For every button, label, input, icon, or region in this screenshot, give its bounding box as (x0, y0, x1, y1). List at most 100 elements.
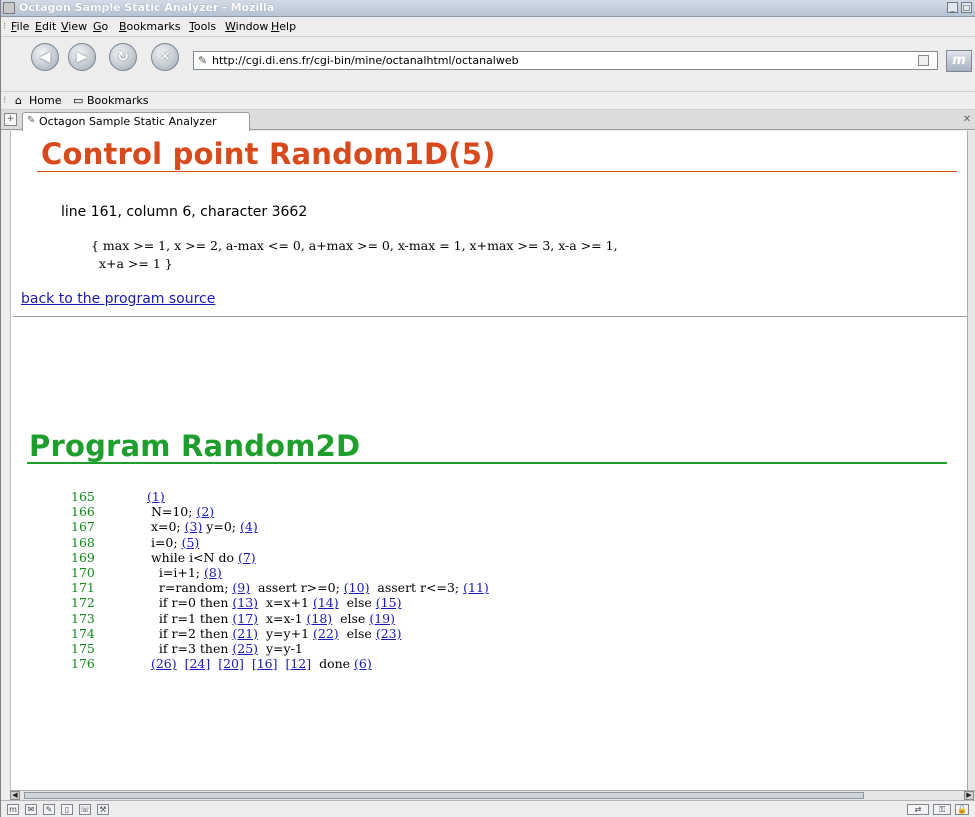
control-point-link[interactable]: [16] (252, 656, 278, 671)
menu-bar: ⁝ File Edit View Go Bookmarks Tools Wind… (1, 17, 975, 37)
section-divider (13, 316, 972, 317)
menu-file[interactable]: File (11, 20, 29, 33)
menu-window[interactable]: Window (225, 20, 268, 33)
source-location: line 161, column 6, character 3662 (61, 204, 308, 220)
home-icon[interactable]: ⌂ (15, 94, 22, 107)
control-point-link[interactable]: (25) (232, 641, 258, 656)
menu-edit[interactable]: Edit (35, 20, 56, 33)
control-point-link[interactable]: (21) (232, 626, 258, 641)
line-number: 168 (71, 534, 95, 550)
control-point-link[interactable]: (23) (376, 626, 402, 641)
invariant-line-2: x+a >= 1 } (91, 256, 173, 271)
control-point-link[interactable]: (1) (147, 489, 165, 504)
mail-icon[interactable]: ✉ (25, 804, 37, 815)
control-point-link[interactable]: [24] (185, 656, 211, 671)
stop-icon[interactable]: ✕ (151, 43, 179, 71)
code-fragment (210, 656, 218, 671)
navigator-icon[interactable]: m (7, 804, 19, 815)
control-point-link[interactable]: (2) (196, 504, 214, 519)
control-point-link[interactable]: (3) (185, 519, 203, 534)
control-point-link[interactable]: (5) (182, 535, 200, 550)
forward-icon[interactable]: ▶ (68, 43, 96, 71)
control-point-link[interactable]: (18) (307, 611, 333, 626)
code-fragment: else (338, 625, 376, 641)
back-icon[interactable]: ◀ (31, 43, 59, 71)
close-tab-icon[interactable]: ✕ (961, 114, 973, 126)
web-tools-icon[interactable]: ⚒ (97, 804, 109, 815)
address-book-icon[interactable]: ▯ (61, 804, 73, 815)
control-point-link[interactable]: (7) (238, 550, 256, 565)
code-fragment: y=y+1 (258, 625, 313, 641)
maximize-icon[interactable]: □ (961, 2, 972, 13)
line-number: 170 (71, 564, 95, 580)
scroll-left-icon[interactable]: ◀ (10, 791, 20, 800)
vertical-scrollbar[interactable] (967, 131, 975, 790)
scroll-right-icon[interactable]: ▶ (964, 791, 974, 800)
reload-icon[interactable]: ↻ (109, 43, 137, 71)
url-input[interactable]: http://cgi.di.ens.fr/cgi-bin/mine/octana… (212, 54, 519, 67)
control-point-link[interactable]: (19) (369, 611, 395, 626)
menu-bookmarks[interactable]: Bookmarks (119, 20, 180, 33)
home-button[interactable]: Home (29, 94, 61, 107)
control-point-link[interactable]: (13) (232, 595, 258, 610)
mozilla-throbber-icon[interactable]: m (946, 50, 972, 72)
window-menu-icon[interactable] (3, 2, 15, 14)
program-divider (27, 462, 947, 464)
control-point-link[interactable]: [20] (218, 656, 244, 671)
scrollbar-thumb[interactable] (24, 792, 864, 799)
code-fragment: done (311, 656, 355, 672)
control-point-link[interactable]: (11) (463, 580, 489, 595)
control-point-link[interactable]: (15) (376, 595, 402, 610)
control-point-link[interactable]: (22) (313, 626, 339, 641)
code-fragment: if r=0 then (143, 595, 233, 611)
line-number: 174 (71, 625, 95, 641)
toolbar-grip-icon[interactable]: ⁝ (3, 20, 9, 34)
code-fragment: if r=2 then (143, 625, 233, 641)
chat-icon[interactable]: ☏ (79, 804, 91, 815)
control-point-link[interactable]: (6) (354, 656, 372, 671)
new-tab-icon[interactable]: + (4, 113, 17, 126)
control-point-link[interactable]: (4) (240, 519, 258, 534)
browser-window: Octagon Sample Static Analyzer - Mozilla… (0, 0, 975, 817)
program-heading: Program Random2D (29, 429, 361, 463)
code-fragment (177, 656, 185, 671)
control-point-heading: Control point Random1D(5) (41, 137, 496, 171)
code-text: r=random; (9) assert r>=0; (10) assert r… (143, 580, 489, 595)
tab-label: Octagon Sample Static Analyzer (39, 115, 217, 128)
control-point-link[interactable]: [12] (285, 656, 311, 671)
menu-help[interactable]: Help (271, 20, 296, 33)
menu-view[interactable]: View (61, 20, 87, 33)
code-fragment: assert r>=0; (250, 580, 344, 596)
control-point-link[interactable]: (8) (204, 565, 222, 580)
control-point-link[interactable]: (9) (232, 580, 250, 595)
heading-divider (37, 171, 957, 172)
control-point-link[interactable]: (26) (151, 656, 177, 671)
code-text: (1) (143, 489, 165, 504)
toolbar-grip-icon[interactable]: ⁝ (3, 94, 9, 108)
composer-icon[interactable]: ✎ (43, 804, 55, 815)
page-icon: ✎ (27, 115, 36, 126)
url-bar[interactable]: ✎ http://cgi.di.ens.fr/cgi-bin/mine/octa… (193, 51, 938, 70)
code-fragment: assert r<=3; (369, 580, 464, 596)
tab-octagon[interactable]: ✎ Octagon Sample Static Analyzer (22, 112, 250, 131)
code-fragment: r=random; (143, 580, 233, 596)
code-fragment: y=y-1 (258, 640, 303, 656)
online-status-icon[interactable]: ⇄ (907, 804, 929, 815)
horizontal-scrollbar[interactable]: ◀ ▶ (10, 790, 975, 800)
menu-tools[interactable]: Tools (189, 20, 216, 33)
menu-go[interactable]: Go (93, 20, 108, 33)
control-point-link[interactable]: (10) (344, 580, 370, 595)
bookmarks-folder-icon[interactable]: ▭ (73, 94, 83, 107)
code-text: i=0; (5) (143, 535, 199, 550)
code-text: i=i+1; (8) (143, 565, 222, 580)
url-dropdown-icon[interactable] (918, 55, 929, 66)
lock-icon[interactable]: 🔓 (955, 804, 969, 815)
control-point-link[interactable]: (17) (232, 611, 258, 626)
code-text: N=10; (2) (143, 504, 214, 519)
line-number: 167 (71, 519, 95, 535)
bookmarks-button[interactable]: Bookmarks (87, 94, 148, 107)
minimize-icon[interactable]: _ (947, 2, 958, 13)
back-to-source-link[interactable]: back to the program source (21, 291, 215, 307)
control-point-link[interactable]: (14) (313, 595, 339, 610)
security-icon[interactable]: ⚿ (933, 804, 951, 815)
